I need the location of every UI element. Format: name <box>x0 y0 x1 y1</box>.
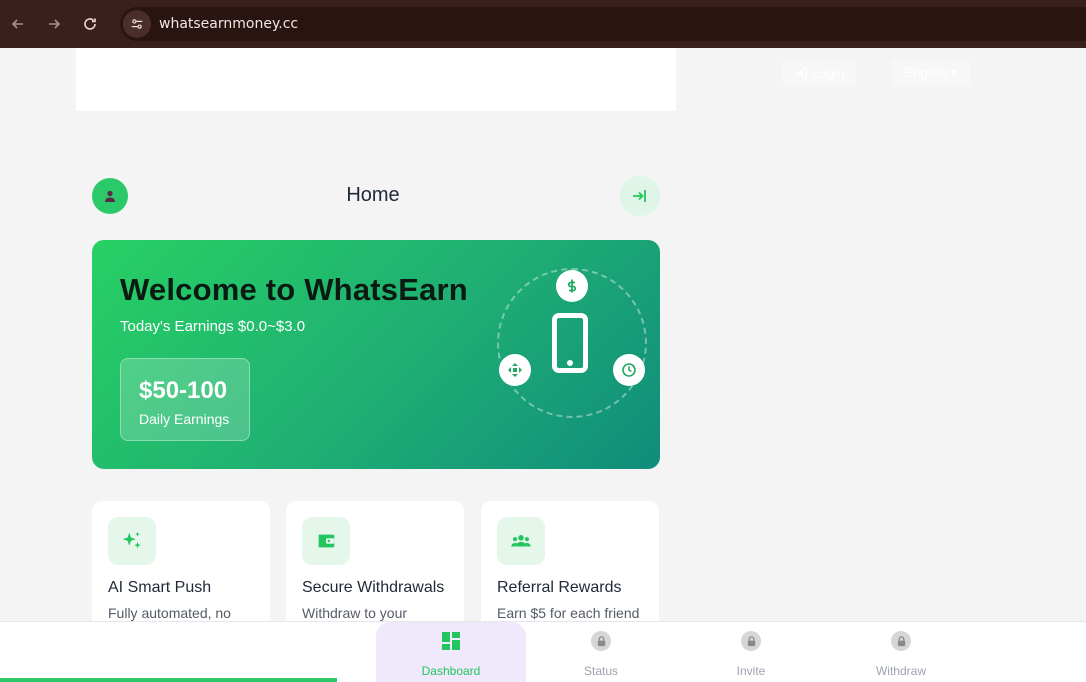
site-settings-button[interactable] <box>123 10 151 38</box>
exit-icon <box>633 190 646 202</box>
arrow-left-icon <box>11 19 23 29</box>
tab-label: Dashboard <box>421 664 481 678</box>
earnings-label: Daily Earnings <box>139 411 230 427</box>
tab-label: Invite <box>736 664 766 678</box>
tab-invite[interactable]: Invite <box>676 622 826 682</box>
avatar[interactable] <box>92 178 128 214</box>
top-banner-area <box>76 48 676 111</box>
login-label: Login <box>812 65 845 81</box>
lock-icon <box>741 631 761 651</box>
feature-title: AI Smart Push <box>108 579 212 596</box>
tab-dashboard[interactable]: Dashboard <box>376 622 526 682</box>
feature-title: Secure Withdrawals <box>302 579 445 596</box>
earnings-amount: $50-100 <box>139 377 228 404</box>
feature-title: Referral Rewards <box>497 579 622 596</box>
wallet-icon <box>302 517 350 565</box>
clock-icon <box>613 354 645 386</box>
progress-bar <box>0 678 337 682</box>
daily-earnings-box: $50-100 Daily Earnings <box>120 358 250 441</box>
login-button[interactable]: Login <box>782 60 856 86</box>
feature-desc: Earn $5 for each friend <box>497 605 640 621</box>
address-bar[interactable]: whatsearnmoney.cc <box>120 7 1086 41</box>
hero-title: Welcome to WhatsEarn <box>120 272 468 307</box>
welcome-hero-card: Welcome to WhatsEarn Today's Earnings $0… <box>92 240 660 469</box>
arrow-right-icon <box>49 19 61 29</box>
move-arrows-icon <box>499 354 531 386</box>
sparkles-icon <box>108 517 156 565</box>
hero-subtitle: Today's Earnings $0.0~$3.0 <box>120 318 306 335</box>
users-icon <box>497 517 545 565</box>
reload-icon <box>84 18 96 30</box>
feature-card-referral-rewards[interactable]: Referral Rewards Earn $5 for each friend <box>481 501 659 641</box>
tab-label: Withdraw <box>875 664 926 678</box>
smartphone-icon <box>552 313 588 373</box>
login-icon <box>795 67 807 79</box>
back-button[interactable] <box>0 0 36 48</box>
tab-status[interactable]: Status <box>526 622 676 682</box>
forward-button[interactable] <box>36 0 72 48</box>
tab-withdraw[interactable]: Withdraw <box>826 622 976 682</box>
feature-card-ai-push[interactable]: AI Smart Push Fully automated, no <box>92 501 270 641</box>
tab-label: Status <box>583 664 619 678</box>
feature-desc: Fully automated, no <box>108 605 231 621</box>
browser-toolbar: whatsearnmoney.cc <box>0 0 1086 48</box>
dollar-icon <box>556 270 588 302</box>
logout-button[interactable] <box>620 176 660 216</box>
feature-desc: Withdraw to your <box>302 605 408 621</box>
url-text: whatsearnmoney.cc <box>159 16 299 32</box>
page-title: Home <box>346 184 400 206</box>
dashboard-icon <box>440 630 462 652</box>
lock-icon <box>891 631 911 651</box>
tune-icon <box>131 19 143 29</box>
feature-card-secure-withdrawals[interactable]: Secure Withdrawals Withdraw to your <box>286 501 464 641</box>
reload-button[interactable] <box>72 0 108 48</box>
bottom-navigation: Dashboard Status Invite Withdraw <box>0 621 1086 682</box>
user-icon <box>105 190 115 202</box>
language-selector[interactable]: English ▾ <box>892 60 970 86</box>
lock-icon <box>591 631 611 651</box>
